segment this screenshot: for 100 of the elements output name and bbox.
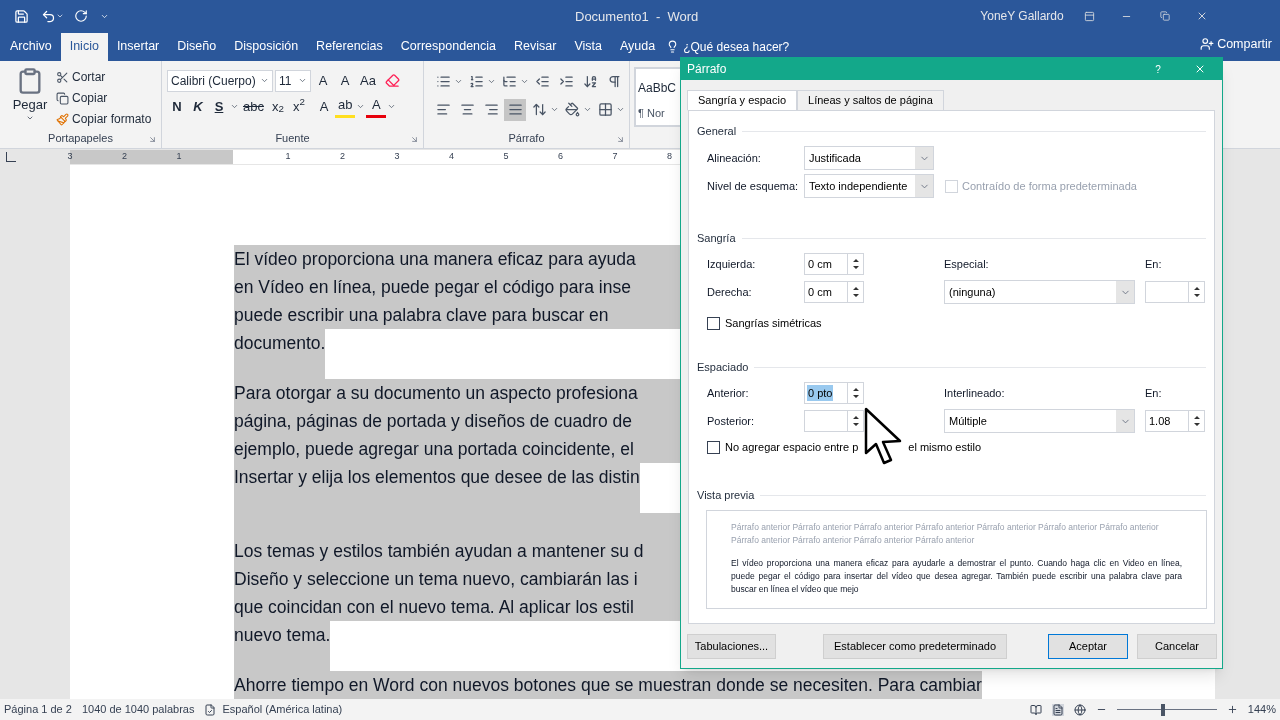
field-value: 0 pto — [807, 384, 834, 402]
paste-button[interactable]: Pegar — [10, 66, 50, 130]
increase-indent-icon — [558, 74, 574, 90]
clipboard-button[interactable]: Copiar formato — [56, 108, 152, 130]
font-style-button[interactable]: S — [209, 95, 229, 118]
field-label: En: — [1145, 385, 1163, 401]
proofing-icon[interactable] — [204, 703, 217, 716]
font-color-button[interactable]: A — [366, 95, 387, 118]
spin-field[interactable]: 0 cm — [804, 281, 864, 303]
dropdown-field[interactable]: (ninguna) — [944, 280, 1135, 304]
dialog-button[interactable]: Establecer como predeterminado — [823, 634, 1007, 659]
group-label: Portapapeles — [48, 131, 113, 147]
numbered-list-icon — [468, 74, 484, 90]
text-effects-button[interactable]: A — [313, 95, 334, 118]
spin-arrows-icon[interactable] — [851, 414, 860, 428]
user-plus-icon — [1200, 37, 1215, 52]
restore-icon[interactable] — [1159, 11, 1170, 22]
clipboard-button[interactable]: Cortar — [56, 66, 152, 88]
field-value: Justificada — [808, 150, 862, 166]
shrink-font-button[interactable]: A — [335, 69, 355, 92]
field-value: (ninguna) — [948, 284, 997, 300]
zoom-slider-thumb[interactable] — [1161, 703, 1165, 716]
dialog-launcher-icon[interactable] — [148, 134, 157, 144]
eraser-icon[interactable] — [384, 73, 400, 89]
tab-selector-icon[interactable] — [6, 152, 16, 163]
spin-arrows-icon[interactable] — [851, 285, 860, 299]
spin-arrows-icon[interactable] — [851, 386, 860, 400]
undo-icon[interactable] — [41, 8, 56, 24]
print-layout-icon[interactable] — [1051, 703, 1064, 716]
spin-arrows-icon[interactable] — [851, 257, 860, 271]
change-case-button[interactable]: Aa — [357, 69, 379, 92]
spin-field[interactable]: 1.08 — [1145, 410, 1205, 432]
spin-arrows-icon[interactable] — [1192, 414, 1201, 428]
spin-field[interactable] — [804, 410, 864, 432]
language[interactable]: Español (América latina) — [222, 701, 343, 718]
clipboard-button[interactable]: Copiar — [56, 87, 152, 109]
web-layout-icon[interactable] — [1073, 703, 1086, 716]
tell-me-field[interactable]: ¿Qué desea hacer? — [683, 37, 790, 56]
dialog-button[interactable]: Cancelar — [1137, 634, 1217, 659]
align-center-icon — [459, 102, 475, 118]
ribbon-tab[interactable]: Vista — [565, 32, 611, 61]
zoom-level[interactable]: 144% — [1247, 701, 1276, 718]
ribbon-tab[interactable]: Revisar — [505, 32, 566, 61]
highlight-button[interactable]: ab — [334, 95, 356, 118]
font-style-button[interactable]: N — [167, 95, 187, 118]
ribbon-tab[interactable]: Diseño — [168, 32, 226, 61]
close-icon[interactable] — [1194, 63, 1206, 75]
section-heading: Sangría — [697, 230, 737, 246]
ribbon-display-icon[interactable] — [1083, 10, 1095, 22]
save-icon[interactable] — [14, 8, 29, 24]
checkbox[interactable] — [707, 316, 720, 330]
ribbon-tab[interactable]: Correspondencia — [391, 32, 505, 61]
word-count[interactable]: 1040 de 1040 palabras — [81, 701, 195, 718]
field-value: Texto independiente — [808, 178, 909, 194]
ruler-number: 8 — [666, 150, 673, 164]
spin-field[interactable]: 0 cm — [804, 253, 864, 275]
justify-button[interactable] — [504, 98, 526, 121]
font-effect-button[interactable]: abc — [240, 95, 267, 118]
justify-icon — [507, 102, 523, 118]
font-size-field[interactable]: 11 — [275, 69, 311, 92]
field-label: Derecha: — [707, 284, 753, 300]
page-count[interactable]: Página 1 de 2 — [4, 701, 72, 718]
zoom-slider[interactable] — [1116, 703, 1217, 716]
dialog-tab[interactable]: Líneas y saltos de página — [797, 90, 944, 111]
dialog-launcher-icon[interactable] — [410, 134, 419, 144]
font-name-field[interactable]: Calibri (Cuerpo) — [167, 69, 273, 92]
spin-field[interactable]: 0 pto — [804, 382, 864, 404]
dialog-launcher-icon[interactable] — [616, 134, 625, 144]
spin-arrows-icon[interactable] — [1192, 285, 1201, 299]
read-mode-icon[interactable] — [1029, 703, 1042, 716]
field-label: Interlineado: — [944, 385, 1006, 401]
ruler-number: 4 — [448, 150, 455, 164]
field-value: 0 cm — [807, 284, 833, 300]
font-effect-button[interactable]: x$^{2}$ — [288, 95, 309, 118]
spin-field[interactable] — [1145, 281, 1205, 303]
dialog-button[interactable]: Tabulaciones... — [687, 634, 776, 659]
field-label: Alineación: — [707, 150, 762, 166]
font-style-button[interactable]: K — [188, 95, 208, 118]
ribbon-tab[interactable]: Inicio — [60, 32, 108, 61]
ribbon-tab[interactable]: Disposición — [225, 32, 308, 61]
redo-icon[interactable] — [74, 9, 88, 24]
ruler-number: 2 — [339, 150, 346, 164]
ribbon-tab[interactable]: Insertar — [107, 32, 169, 61]
dropdown-field[interactable]: Texto independiente — [804, 174, 934, 198]
dropdown-field[interactable]: Justificada — [804, 146, 934, 170]
dialog-tab[interactable]: Sangría y espacio — [687, 90, 798, 111]
ribbon-tab[interactable]: Referencias — [307, 32, 392, 61]
ribbon-tab[interactable]: Archivo — [1, 32, 61, 61]
field-label: Izquierda: — [707, 256, 757, 272]
sort-icon — [582, 74, 598, 90]
share-button[interactable]: Compartir — [1200, 32, 1280, 61]
field-value: Múltiple — [948, 413, 988, 429]
checkbox[interactable] — [707, 440, 720, 454]
ribbon-tab[interactable]: Ayuda — [610, 32, 665, 61]
section-heading: Vista previa — [697, 487, 756, 503]
grow-font-button[interactable]: A — [313, 69, 333, 92]
zoom-in-icon[interactable] — [1226, 704, 1238, 716]
dropdown-field[interactable]: Múltiple — [944, 409, 1135, 433]
dialog-button[interactable]: Aceptar — [1048, 634, 1128, 659]
font-effect-button[interactable]: x$_{2}$ — [267, 95, 288, 118]
